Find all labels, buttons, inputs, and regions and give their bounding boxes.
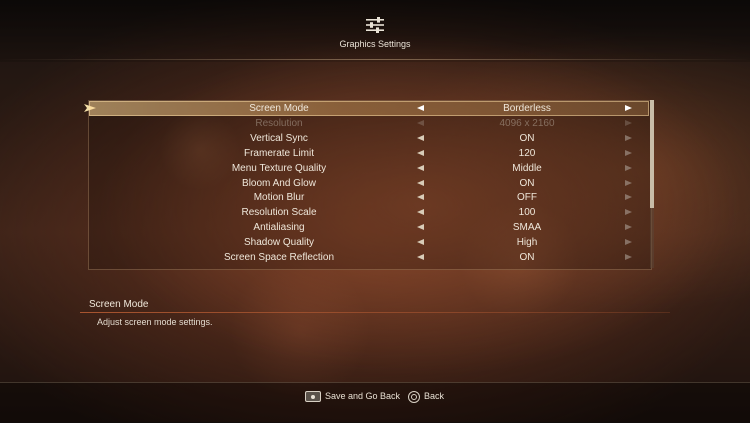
footer-bar: Save and Go Back Back: [0, 382, 750, 423]
arrow-right-icon[interactable]: [625, 149, 633, 157]
setting-row[interactable]: Shadow Quality High: [89, 235, 649, 250]
header-divider: [0, 59, 750, 60]
setting-label: Bloom And Glow: [242, 177, 316, 189]
setting-row[interactable]: Motion Blur OFF: [89, 190, 649, 205]
arrow-left-icon[interactable]: [417, 179, 425, 187]
setting-label: Framerate Limit: [243, 147, 314, 159]
setting-label: Motion Blur: [253, 192, 305, 204]
setting-row[interactable]: Framerate Limit 120: [89, 146, 649, 161]
setting-label: Vertical Sync: [250, 132, 308, 144]
arrow-left-icon: [417, 119, 425, 127]
arrow-left-icon[interactable]: [417, 239, 425, 246]
arrow-right-icon[interactable]: [625, 224, 633, 231]
circle-button-icon: [408, 390, 420, 403]
touchpad-button-icon: [305, 391, 321, 403]
arrow-left-icon[interactable]: [417, 224, 425, 231]
arrow-right-icon[interactable]: [625, 164, 633, 172]
setting-label: Resolution: [255, 117, 303, 129]
arrow-right-icon: [625, 119, 633, 127]
arrow-right-icon[interactable]: [625, 179, 633, 187]
setting-value: 120: [518, 147, 536, 159]
arrow-left-icon[interactable]: [417, 164, 425, 172]
arrow-left-icon[interactable]: [417, 134, 425, 142]
setting-label: Shadow Quality: [243, 237, 315, 249]
setting-row: Resolution 4096 x 2160: [89, 116, 649, 131]
arrow-left-icon[interactable]: [417, 209, 425, 216]
save-and-go-back-label: Save and Go Back: [325, 391, 401, 401]
setting-value: OFF: [517, 192, 537, 204]
setting-row[interactable]: Screen Space Reflection ON: [89, 250, 649, 265]
scrollbar[interactable]: [650, 100, 654, 268]
setting-row[interactable]: Resolution Scale 100: [89, 205, 649, 220]
setting-value: High: [516, 237, 538, 249]
setting-value: ON: [519, 252, 535, 263]
description-text: Adjust screen mode settings.: [97, 317, 213, 327]
arrow-left-icon[interactable]: [417, 105, 425, 112]
setting-label: Screen Mode: [249, 103, 309, 114]
setting-row[interactable]: Vertical Sync ON: [89, 131, 649, 146]
setting-label: Resolution Scale: [241, 207, 317, 219]
setting-label: Menu Texture Quality: [231, 162, 327, 174]
setting-row[interactable]: Screen Mode Borderless: [89, 101, 649, 116]
save-and-go-back-button[interactable]: Save and Go Back: [305, 390, 401, 403]
back-label: Back: [424, 391, 445, 401]
setting-value: ON: [519, 177, 535, 189]
arrow-left-icon[interactable]: [417, 149, 425, 157]
setting-value: SMAA: [512, 222, 542, 234]
setting-label: Screen Space Reflection: [223, 252, 335, 263]
arrow-right-icon[interactable]: [625, 194, 633, 201]
arrow-right-icon[interactable]: [625, 105, 633, 112]
back-button[interactable]: Back: [408, 390, 445, 403]
arrow-right-icon[interactable]: [625, 239, 633, 246]
page-title: Graphics Settings: [339, 39, 411, 49]
arrow-left-icon[interactable]: [417, 194, 425, 201]
setting-value: 4096 x 2160: [499, 117, 555, 129]
scrollbar-thumb[interactable]: [650, 100, 654, 208]
arrow-left-icon[interactable]: [417, 254, 425, 261]
setting-value: ON: [519, 132, 535, 144]
setting-row[interactable]: Menu Texture Quality Middle: [89, 161, 649, 176]
setting-value: Borderless: [503, 103, 551, 114]
description-title: Screen Mode: [89, 299, 149, 310]
description-divider: [80, 312, 670, 313]
setting-value: 100: [518, 207, 536, 219]
setting-row[interactable]: Bloom And Glow ON: [89, 176, 649, 191]
sliders-icon: [366, 17, 384, 33]
arrow-right-icon[interactable]: [625, 209, 633, 216]
arrow-right-icon[interactable]: [625, 134, 633, 142]
setting-row[interactable]: Antialiasing SMAA: [89, 220, 649, 235]
setting-label: Antialiasing: [253, 222, 305, 234]
arrow-right-icon[interactable]: [625, 254, 633, 261]
setting-value: Middle: [512, 162, 542, 174]
